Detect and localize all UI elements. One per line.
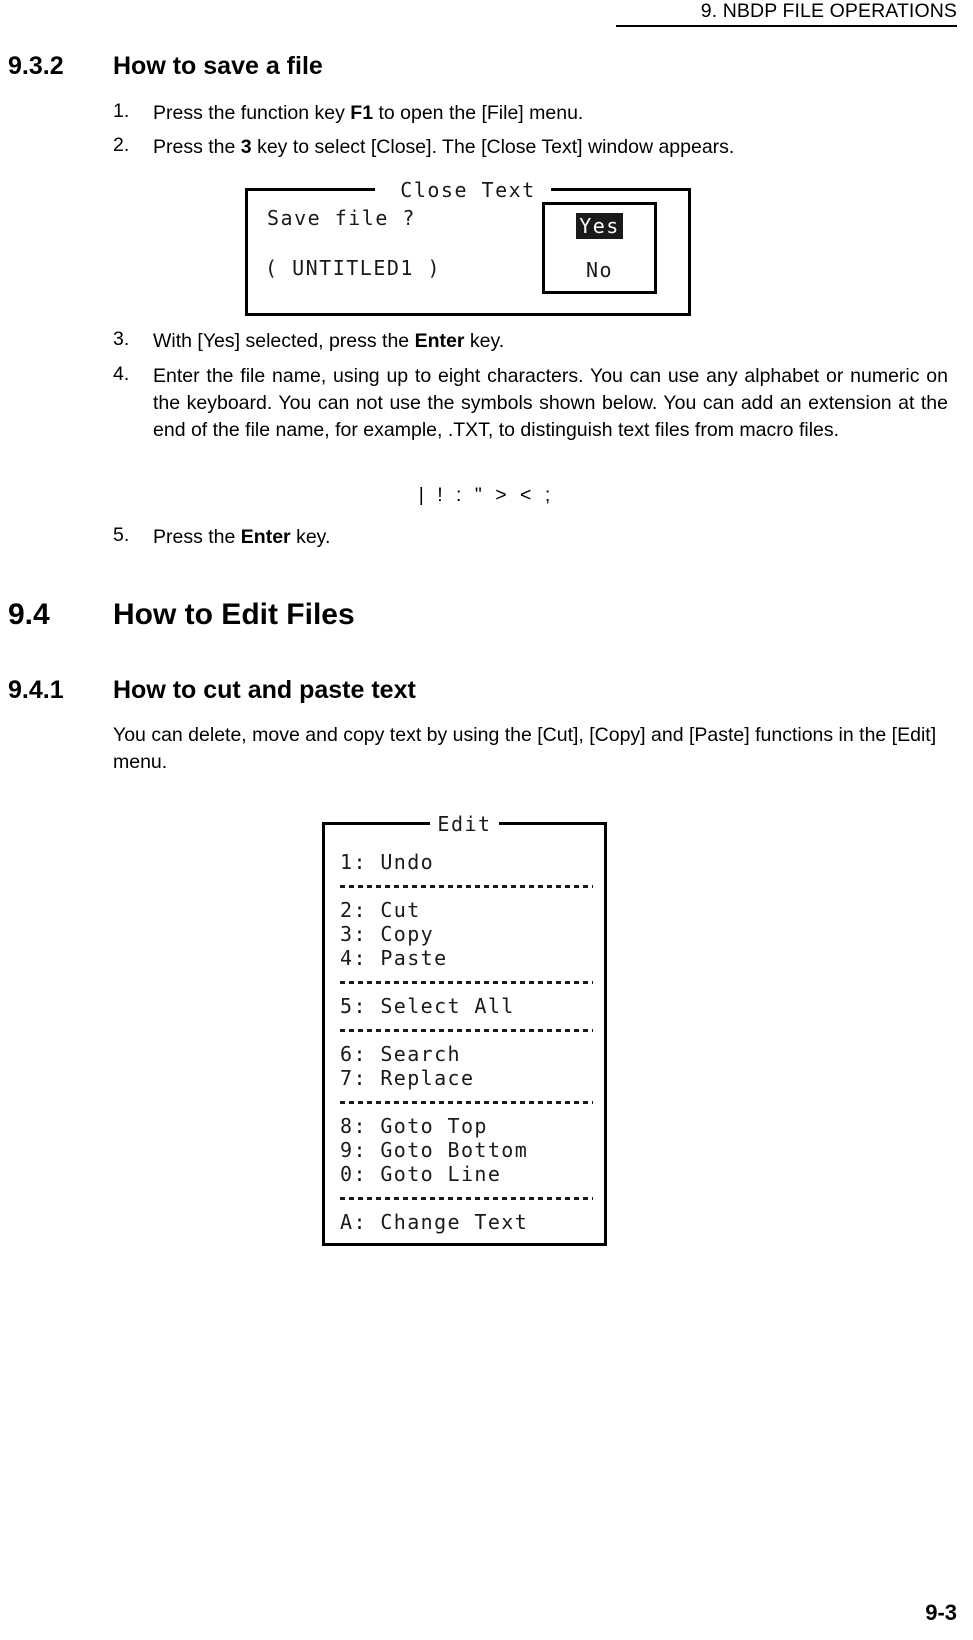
edit-menu-item[interactable]: 3: Copy <box>340 922 593 946</box>
step-3-number: 3. <box>113 328 130 350</box>
edit-menu-item[interactable]: 2: Cut <box>340 898 593 922</box>
yes-no-choice-box: Yes No <box>542 202 657 294</box>
step-3-text-a: With [Yes] selected, press the <box>153 330 415 352</box>
step-5-number: 5. <box>113 524 130 546</box>
edit-menu-window: Edit 1: Undo 2: Cut 3: Copy 4: Paste 5: Sele… <box>322 812 607 1246</box>
step-5-text: Press the Enter key. <box>153 524 943 551</box>
step-4-number: 4. <box>113 363 130 385</box>
step-2-text-a: Press the <box>153 136 241 158</box>
section-title-9-4-1: How to cut and paste text <box>113 676 416 704</box>
edit-menu-separator <box>340 874 593 898</box>
header-rule <box>616 25 957 27</box>
section-title-9-4: How to Edit Files <box>113 598 355 631</box>
edit-menu-item[interactable]: 7: Replace <box>340 1066 593 1090</box>
section-number-9-4-1: 9.4.1 <box>8 676 64 704</box>
edit-menu-item[interactable]: 8: Goto Top <box>340 1114 593 1138</box>
running-head: 9. NBDP FILE OPERATIONS <box>700 0 957 22</box>
step-1-text-b: to open the [File] menu. <box>373 102 584 124</box>
document-page: 9. NBDP FILE OPERATIONS 9.3.2 How to sav… <box>0 0 973 1640</box>
close-text-dialog-title: Close Text <box>400 178 536 202</box>
step-1-key: F1 <box>350 102 374 124</box>
edit-menu-frame-bottom <box>322 1243 607 1246</box>
step-1-text: Press the function key F1 to open the [F… <box>153 100 943 127</box>
dialog-frame-right <box>688 188 691 316</box>
step-4-text: Enter the file name, using up to eight c… <box>153 365 948 441</box>
close-text-dialog: Close Text Save file ? ( UNTITLED1 ) Yes… <box>245 178 691 316</box>
step-2-text: Press the 3 key to select [Close]. The [… <box>153 134 943 161</box>
edit-menu-item[interactable]: 9: Goto Bottom <box>340 1138 593 1162</box>
dialog-frame-left <box>245 188 248 316</box>
step-5-text-b: key. <box>290 526 331 548</box>
section-number-9-3-2: 9.3.2 <box>8 52 64 80</box>
step-5-key: Enter <box>240 526 291 548</box>
edit-menu-title: Edit <box>437 812 492 836</box>
edit-menu-frame-right <box>604 822 607 1246</box>
yes-option-label: Yes <box>576 213 623 239</box>
step-5-text-a: Press the <box>153 526 241 548</box>
no-option[interactable]: No <box>545 258 654 282</box>
save-file-prompt: Save file ? <box>267 206 416 230</box>
step-1-number: 1. <box>113 100 130 122</box>
edit-menu-frame-left <box>322 822 325 1246</box>
section-number-9-4: 9.4 <box>8 598 50 631</box>
edit-menu-separator <box>340 970 593 994</box>
edit-menu-list: 1: Undo 2: Cut 3: Copy 4: Paste 5: Select Al… <box>340 850 593 1234</box>
yes-option[interactable]: Yes <box>545 213 654 239</box>
step-3-text: With [Yes] selected, press the Enter key… <box>153 328 943 355</box>
edit-menu-item[interactable]: 5: Select All <box>340 994 593 1018</box>
edit-menu-item[interactable]: 1: Undo <box>340 850 593 874</box>
edit-menu-item[interactable]: 4: Paste <box>340 946 593 970</box>
page-number: 9-3 <box>925 1600 957 1625</box>
section-9-4-1-intro: You can delete, move and copy text by us… <box>113 724 937 773</box>
page-header: 9. NBDP FILE OPERATIONS <box>0 0 973 27</box>
no-option-label: No <box>585 258 614 282</box>
step-3-key: Enter <box>414 330 465 352</box>
step-3-text-b: key. <box>464 330 505 352</box>
edit-menu-item[interactable]: 0: Goto Line <box>340 1162 593 1186</box>
filename-field[interactable]: ( UNTITLED1 ) <box>265 256 441 280</box>
edit-menu-separator <box>340 1090 593 1114</box>
edit-menu-item[interactable]: A: Change Text <box>340 1210 593 1234</box>
edit-menu-item[interactable]: 6: Search <box>340 1042 593 1066</box>
forbidden-symbols: | ! : " > < ; <box>418 484 555 506</box>
step-2-key: 3 <box>240 136 252 158</box>
dialog-frame-bottom <box>245 313 691 316</box>
section-title-9-3-2: How to save a file <box>113 52 323 80</box>
edit-menu-separator <box>340 1186 593 1210</box>
step-2-number: 2. <box>113 134 130 156</box>
edit-menu-separator <box>340 1018 593 1042</box>
step-1-text-a: Press the function key <box>153 102 351 124</box>
step-2-text-b: key to select [Close]. The [Close Text] … <box>251 136 735 158</box>
